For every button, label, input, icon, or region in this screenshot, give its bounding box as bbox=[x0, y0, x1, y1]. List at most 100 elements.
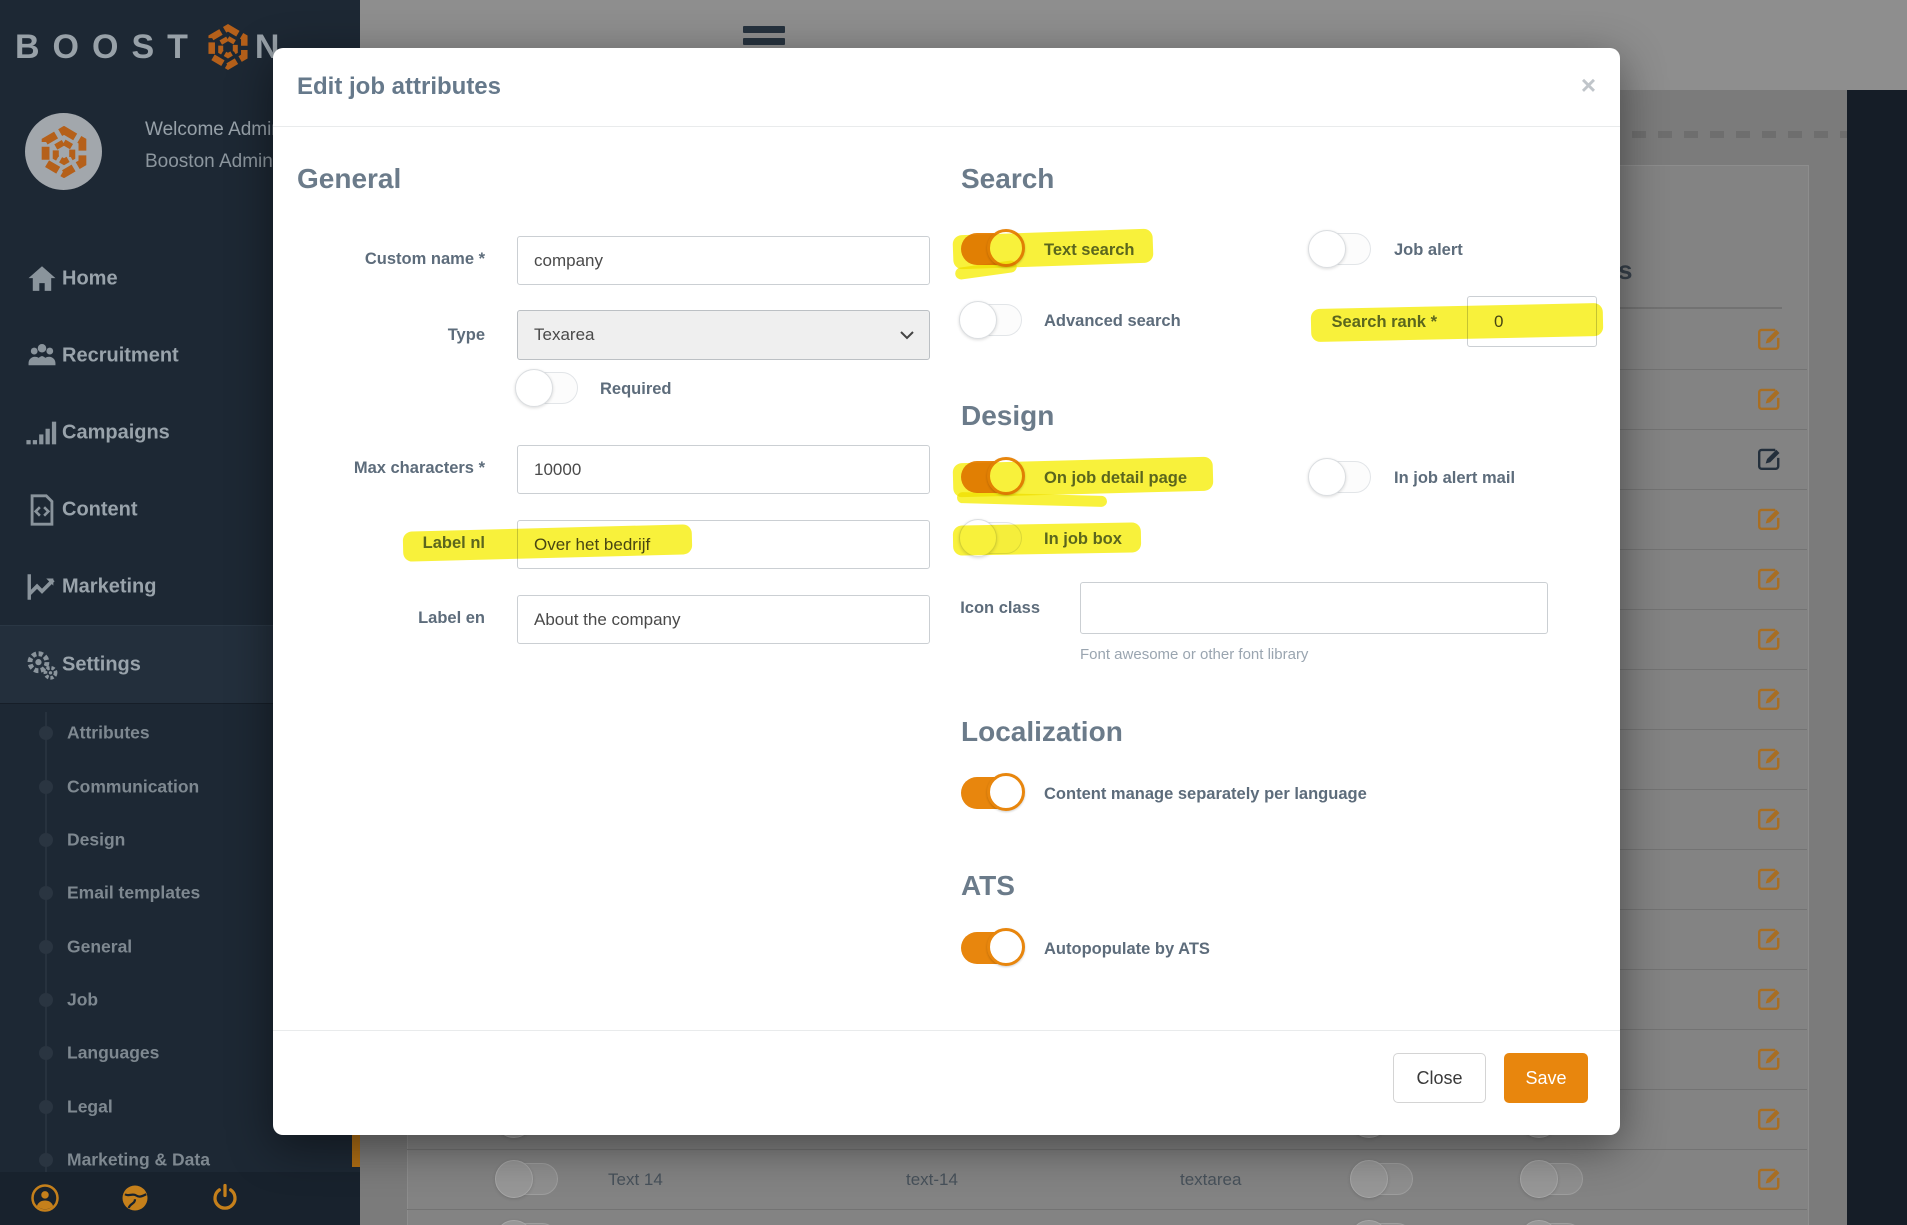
toggle-knob bbox=[1308, 230, 1346, 268]
edit-icon[interactable] bbox=[1755, 1165, 1783, 1193]
screen: s Text 14 text-14 textarea Text 15text-15te… bbox=[0, 0, 1907, 1225]
edit-icon[interactable] bbox=[1755, 985, 1783, 1013]
toggle-knob bbox=[515, 369, 553, 407]
bullet-icon bbox=[39, 833, 53, 847]
line-chart-icon bbox=[25, 570, 59, 604]
edit-icon[interactable] bbox=[1755, 745, 1783, 773]
home-icon bbox=[25, 262, 59, 296]
welcome-line2: Booston Admin bbox=[145, 150, 273, 174]
globe-icon[interactable] bbox=[120, 1183, 150, 1213]
modal-header-divider bbox=[273, 126, 1620, 127]
required-toggle[interactable] bbox=[517, 372, 578, 404]
table-row: Text 14 text-14 textarea bbox=[407, 1150, 1807, 1210]
edit-icon[interactable] bbox=[1755, 565, 1783, 593]
bullet-icon bbox=[39, 940, 53, 954]
bullet-icon bbox=[39, 993, 53, 1007]
edit-icon[interactable] bbox=[1755, 445, 1783, 473]
row-toggle[interactable] bbox=[1352, 1163, 1413, 1195]
bullet-icon bbox=[39, 726, 53, 740]
edit-icon[interactable] bbox=[1755, 1105, 1783, 1133]
label-en-label: Label en bbox=[273, 609, 485, 628]
toggle-knob bbox=[1520, 1220, 1558, 1225]
toggle-knob bbox=[1350, 1220, 1388, 1225]
bullet-icon bbox=[39, 1046, 53, 1060]
icon-class-input[interactable] bbox=[1080, 582, 1548, 634]
toggle-knob bbox=[495, 1220, 533, 1225]
row-label: Text 14 bbox=[608, 1170, 663, 1190]
type-select[interactable]: Texarea bbox=[517, 310, 930, 360]
modal-title: Edit job attributes bbox=[297, 48, 501, 126]
hamburger-icon[interactable] bbox=[743, 26, 785, 33]
in-job-alert-mail-label: In job alert mail bbox=[1394, 461, 1515, 495]
row-toggle[interactable] bbox=[1522, 1163, 1583, 1195]
bars-chart-icon bbox=[25, 416, 59, 450]
edit-icon[interactable] bbox=[1755, 1045, 1783, 1073]
general-heading: General bbox=[297, 163, 401, 195]
edit-icon[interactable] bbox=[1755, 925, 1783, 953]
edit-icon[interactable] bbox=[1755, 805, 1783, 833]
localization-heading: Localization bbox=[961, 716, 1123, 748]
card-title-partial: s bbox=[1618, 255, 1632, 286]
design-heading: Design bbox=[961, 400, 1054, 432]
gears-icon bbox=[25, 648, 59, 682]
content-manage-toggle[interactable] bbox=[961, 777, 1022, 809]
edit-job-attributes-modal: Edit job attributes × General Custom nam… bbox=[273, 48, 1620, 1135]
toggle-knob bbox=[495, 1160, 533, 1198]
bullet-icon bbox=[39, 1153, 53, 1167]
row-type: textarea bbox=[1180, 1170, 1241, 1190]
required-label: Required bbox=[600, 372, 672, 406]
in-job-alert-mail-toggle[interactable] bbox=[1310, 461, 1371, 493]
file-code-icon bbox=[25, 493, 59, 527]
booston-logo[interactable]: BOOST N bbox=[15, 24, 292, 70]
close-icon[interactable]: × bbox=[1581, 72, 1596, 98]
close-button[interactable]: Close bbox=[1393, 1053, 1486, 1103]
job-alert-toggle[interactable] bbox=[1310, 233, 1371, 265]
table-row: Text 15text-15textarea bbox=[407, 1210, 1807, 1225]
job-alert-label: Job alert bbox=[1394, 233, 1463, 267]
autopopulate-toggle[interactable] bbox=[961, 932, 1022, 964]
hamburger-icon[interactable] bbox=[743, 38, 785, 45]
toggle-knob bbox=[987, 773, 1025, 811]
sidebar-bottom-bar bbox=[0, 1172, 360, 1225]
booston-hexagon-icon bbox=[205, 24, 251, 70]
edit-icon[interactable] bbox=[1755, 325, 1783, 353]
type-label: Type bbox=[273, 326, 485, 345]
toggle-knob bbox=[1308, 458, 1346, 496]
save-button[interactable]: Save bbox=[1504, 1053, 1588, 1103]
toggle-knob bbox=[1350, 1160, 1388, 1198]
edit-icon[interactable] bbox=[1755, 385, 1783, 413]
search-heading: Search bbox=[961, 163, 1054, 195]
toggle-knob bbox=[1520, 1160, 1558, 1198]
modal-footer-divider bbox=[273, 1030, 1620, 1031]
edit-icon[interactable] bbox=[1755, 505, 1783, 533]
advanced-search-toggle[interactable] bbox=[961, 304, 1022, 336]
edit-icon[interactable] bbox=[1755, 625, 1783, 653]
type-select-value: Texarea bbox=[534, 325, 594, 345]
edit-icon[interactable] bbox=[1755, 685, 1783, 713]
bullet-icon bbox=[39, 780, 53, 794]
row-toggle[interactable] bbox=[497, 1163, 558, 1195]
autopopulate-label: Autopopulate by ATS bbox=[1044, 932, 1210, 966]
breadcrumb bbox=[1632, 131, 1847, 138]
custom-name-label: Custom name * bbox=[273, 250, 485, 269]
right-dark-strip bbox=[1847, 90, 1907, 1225]
row-name: text-14 bbox=[906, 1170, 958, 1190]
max-characters-input[interactable] bbox=[517, 445, 930, 494]
avatar[interactable] bbox=[25, 113, 102, 190]
toggle-knob bbox=[987, 928, 1025, 966]
user-circle-icon[interactable] bbox=[30, 1183, 60, 1213]
sidebar-scrollbar-thumb[interactable] bbox=[352, 1133, 360, 1167]
advanced-search-label: Advanced search bbox=[1044, 304, 1181, 338]
icon-class-helper: Font awesome or other font library bbox=[1080, 646, 1308, 663]
people-icon bbox=[25, 339, 59, 373]
edit-icon[interactable] bbox=[1755, 865, 1783, 893]
ats-heading: ATS bbox=[961, 870, 1015, 902]
welcome-line1: Welcome Admin bbox=[145, 118, 282, 142]
power-icon[interactable] bbox=[210, 1183, 240, 1213]
custom-name-input[interactable] bbox=[517, 236, 930, 285]
toggle-knob bbox=[959, 301, 997, 339]
icon-class-label: Icon class bbox=[833, 599, 1040, 618]
chevron-down-icon bbox=[899, 327, 915, 343]
highlight-in-job-box bbox=[953, 522, 1141, 555]
max-characters-label: Max characters * bbox=[273, 459, 485, 478]
